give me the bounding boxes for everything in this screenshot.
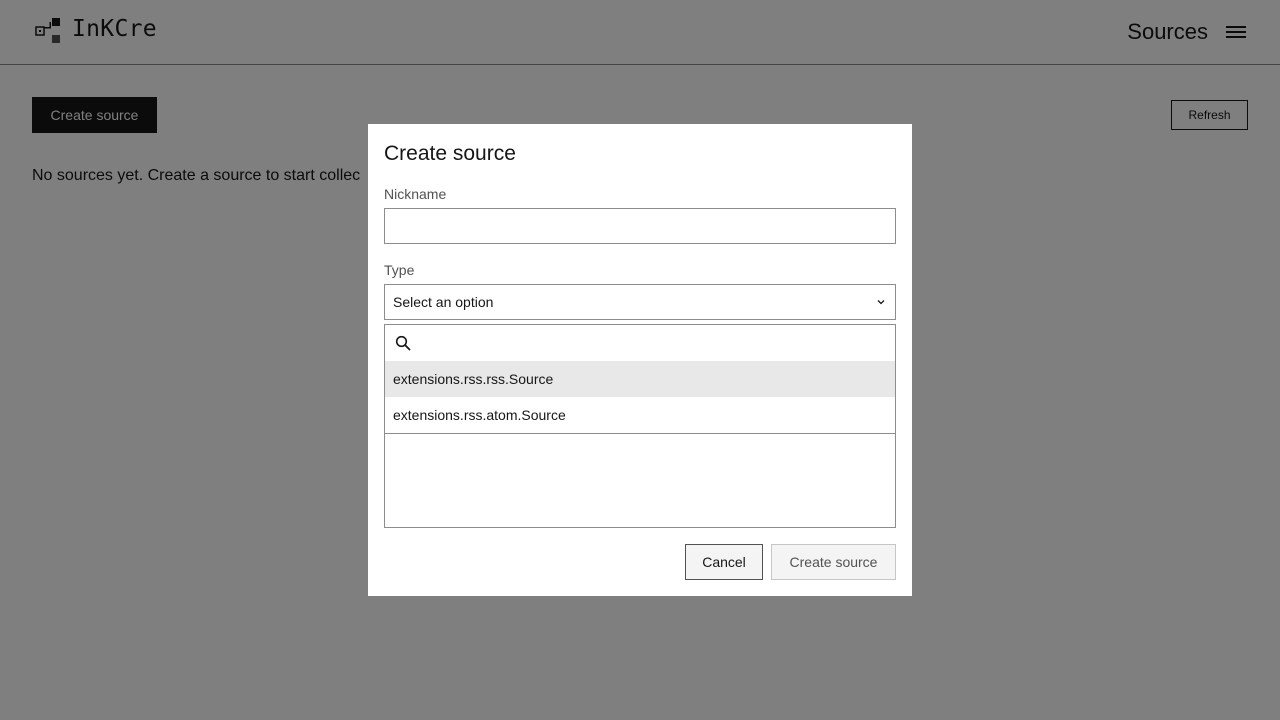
dropdown-search-row xyxy=(385,325,895,361)
dropdown-search-input[interactable] xyxy=(419,329,889,357)
dropdown-option-atom[interactable]: extensions.rss.atom.Source xyxy=(385,397,895,433)
type-dropdown-menu: extensions.rss.rss.Source extensions.rss… xyxy=(384,324,896,434)
type-label: Type xyxy=(384,262,415,278)
nickname-field[interactable] xyxy=(384,208,896,244)
nickname-label: Nickname xyxy=(384,186,447,202)
submit-create-source-button[interactable]: Create source xyxy=(771,544,896,580)
chevron-down-icon xyxy=(877,300,885,305)
dropdown-option-rss[interactable]: extensions.rss.rss.Source xyxy=(385,361,895,397)
search-icon xyxy=(395,335,411,351)
type-select[interactable]: Select an option xyxy=(384,284,896,320)
type-select-value: Select an option xyxy=(393,294,494,310)
create-source-dialog: Create source Nickname Type Select an op… xyxy=(368,124,912,596)
cancel-button[interactable]: Cancel xyxy=(685,544,763,580)
dialog-title: Create source xyxy=(384,142,516,165)
